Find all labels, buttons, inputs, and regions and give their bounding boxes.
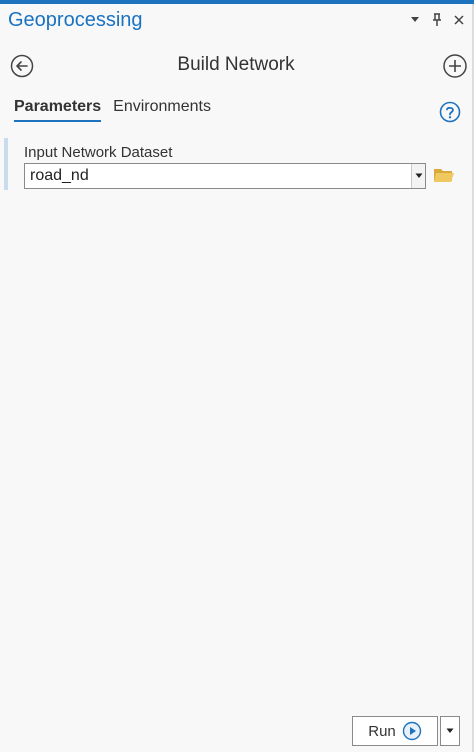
chevron-down-icon[interactable] [411, 164, 425, 188]
pane-title-controls [408, 12, 466, 28]
tool-header: Build Network [0, 46, 472, 86]
parameter-indicator-strip [4, 138, 8, 190]
tab-parameters[interactable]: Parameters [14, 98, 102, 122]
input-network-dataset-combobox[interactable]: road_nd [24, 163, 426, 189]
run-options-dropdown[interactable] [440, 716, 460, 746]
pane-options-dropdown-icon[interactable] [408, 12, 422, 28]
combobox-value: road_nd [30, 167, 89, 184]
close-icon[interactable] [452, 12, 466, 28]
parameter-input-network-dataset: Input Network Dataset road_nd [4, 138, 464, 190]
folder-icon[interactable] [433, 166, 455, 186]
run-button-label: Run [368, 722, 396, 740]
tool-tabs: Parameters Environments [14, 98, 211, 122]
tool-title: Build Network [177, 54, 295, 75]
pane-title: Geoprocessing [8, 9, 143, 31]
tab-environments[interactable]: Environments [113, 98, 211, 122]
help-icon[interactable] [439, 101, 461, 123]
pane-title-bar: Geoprocessing [0, 4, 472, 40]
geoprocessing-pane: Geoprocessing Build Network Parameters E… [0, 0, 474, 752]
add-icon[interactable] [442, 53, 468, 79]
run-button[interactable]: Run [352, 716, 438, 746]
pin-icon[interactable] [430, 12, 444, 28]
parameter-label: Input Network Dataset [24, 144, 173, 161]
play-icon [402, 721, 421, 741]
chevron-down-icon [446, 728, 454, 733]
